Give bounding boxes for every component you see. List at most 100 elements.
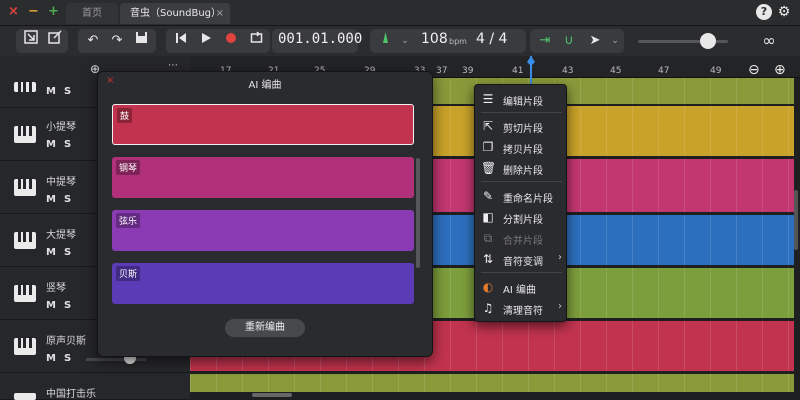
menu-item-cut-clip[interactable]: ⇱ 剪切片段 bbox=[475, 116, 568, 136]
ruler-tick: 45 bbox=[610, 66, 622, 76]
ai-part-strings[interactable]: 弦乐 bbox=[112, 210, 414, 251]
more-icon[interactable]: ⋯ bbox=[168, 60, 178, 71]
menu-item-split-clip[interactable]: ◧ 分割片段 bbox=[475, 207, 568, 227]
play-icon[interactable] bbox=[195, 30, 217, 52]
menu-item-label: 合并片段 bbox=[503, 236, 543, 247]
menu-item-edit-clip[interactable]: ☰ 编辑片段 bbox=[475, 89, 568, 109]
ai-part-bass[interactable]: 贝斯 bbox=[112, 263, 414, 304]
mute-solo-buttons[interactable]: MS bbox=[46, 353, 79, 364]
track-volume-slider[interactable] bbox=[86, 358, 146, 361]
regenerate-button[interactable]: 重新编曲 bbox=[225, 319, 305, 337]
title-bar: × − + 首页 音虫（SoundBug） × ? ⚙ bbox=[0, 0, 800, 26]
tool-chevron-down-icon[interactable]: ⌄ bbox=[604, 30, 626, 52]
tab-soundbug[interactable]: 音虫（SoundBug） × bbox=[120, 3, 230, 24]
tab-close-icon[interactable]: × bbox=[216, 3, 224, 24]
edit-clip-icon: ☰ bbox=[482, 92, 494, 106]
copy-icon: ❐ bbox=[482, 140, 494, 154]
ai-arrange-dialog: × AI 编曲 鼓 钢琴 弦乐 贝斯 重新编曲 bbox=[97, 71, 433, 357]
mute-solo-buttons[interactable]: MS bbox=[46, 139, 79, 150]
ruler-tick: 39 bbox=[462, 66, 474, 76]
ai-part-drums[interactable]: 鼓 bbox=[112, 104, 414, 145]
menu-divider bbox=[481, 272, 562, 273]
zoom-in-icon[interactable]: ⊕ bbox=[774, 62, 786, 78]
undo-icon[interactable]: ↶ bbox=[82, 30, 104, 52]
track-row[interactable]: 中国打击乐 bbox=[0, 373, 190, 400]
merge-icon: ⧉ bbox=[483, 231, 493, 245]
loop-icon[interactable] bbox=[245, 30, 267, 52]
record-icon[interactable] bbox=[220, 30, 242, 52]
menu-item-copy-clip[interactable]: ❐ 拷贝片段 bbox=[475, 137, 568, 157]
ai-part-piano[interactable]: 钢琴 bbox=[112, 157, 414, 198]
pointer-icon[interactable]: ➤ bbox=[584, 30, 606, 52]
piano-icon bbox=[14, 126, 36, 143]
mute-solo-buttons[interactable]: MS bbox=[46, 300, 79, 311]
menu-item-rename-clip[interactable]: ✎ 重命名片段 bbox=[475, 186, 568, 206]
menu-item-delete-clip[interactable]: 🗑 删除片段 bbox=[475, 158, 568, 178]
track-name[interactable]: 中国打击乐 bbox=[46, 385, 96, 400]
track-name[interactable]: 中提琴 bbox=[46, 173, 76, 188]
mute-solo-buttons[interactable]: MS bbox=[46, 86, 79, 97]
menu-item-merge-clip[interactable]: ⧉ 合并片段 bbox=[475, 228, 568, 248]
vertical-scrollbar[interactable] bbox=[794, 190, 798, 250]
position-display[interactable]: 001.01.000 bbox=[278, 31, 362, 47]
horizontal-scrollbar[interactable] bbox=[252, 393, 292, 397]
help-icon[interactable]: ? bbox=[756, 4, 772, 20]
menu-item-label: 剪切片段 bbox=[503, 124, 543, 135]
track-name[interactable]: 大提琴 bbox=[46, 226, 76, 241]
menu-item-label: 分割片段 bbox=[503, 215, 543, 226]
mute-solo-buttons[interactable]: MS bbox=[46, 247, 79, 258]
save-icon[interactable] bbox=[130, 30, 152, 52]
piano-icon bbox=[14, 338, 36, 355]
menu-item-ai-arrange[interactable]: ◐ AI 编曲 bbox=[475, 277, 568, 297]
piano-icon bbox=[14, 393, 36, 400]
piano-icon bbox=[14, 285, 36, 302]
chevron-right-icon: › bbox=[558, 252, 562, 263]
menu-item-clean-notes[interactable]: ♫ 清理音符 › bbox=[475, 298, 568, 318]
menu-divider bbox=[481, 181, 562, 182]
track-name[interactable]: 竖琴 bbox=[46, 279, 66, 294]
close-window-button[interactable]: × bbox=[8, 5, 19, 18]
notes-icon: ♫ bbox=[482, 301, 494, 315]
piano-icon bbox=[14, 179, 36, 196]
context-menu: ☰ 编辑片段 ⇱ 剪切片段 ❐ 拷贝片段 🗑 删除片段 ✎ 重命名片段 ◧ 分割… bbox=[474, 84, 567, 322]
menu-item-label: 拷贝片段 bbox=[503, 145, 543, 156]
gear-icon[interactable]: ⚙ bbox=[776, 4, 792, 20]
piano-icon bbox=[14, 232, 36, 249]
track-name[interactable]: 小提琴 bbox=[46, 118, 76, 133]
tempo-value[interactable]: 108 bbox=[421, 31, 448, 47]
menu-item-label: 重命名片段 bbox=[503, 194, 553, 205]
part-label: 贝斯 bbox=[116, 266, 141, 281]
link-icon[interactable]: ∞ bbox=[758, 30, 780, 52]
edit-icon[interactable] bbox=[44, 30, 66, 52]
track-name[interactable]: 原声贝斯 bbox=[46, 332, 86, 347]
lane[interactable] bbox=[190, 374, 794, 392]
menu-item-label: 清理音符 bbox=[503, 306, 543, 317]
ruler-tick: 37 bbox=[436, 66, 448, 76]
minimize-window-button[interactable]: − bbox=[28, 5, 39, 18]
chevron-down-icon[interactable]: ⌄ bbox=[394, 30, 416, 52]
mute-solo-buttons[interactable]: MS bbox=[46, 194, 79, 205]
import-icon[interactable] bbox=[20, 30, 42, 52]
master-volume-knob[interactable] bbox=[700, 33, 716, 49]
trash-icon: 🗑 bbox=[481, 161, 497, 175]
ai-arrange-icon: ◐ bbox=[482, 280, 494, 294]
chevron-right-icon: › bbox=[558, 301, 562, 312]
snap-icon[interactable]: ⇥ bbox=[534, 30, 556, 52]
metronome-icon[interactable] bbox=[374, 30, 396, 52]
dialog-scrollbar[interactable] bbox=[416, 158, 420, 268]
rename-icon: ✎ bbox=[482, 189, 494, 203]
menu-item-label: 删除片段 bbox=[503, 166, 543, 177]
part-label: 鼓 bbox=[117, 108, 133, 123]
dialog-title: AI 编曲 bbox=[248, 80, 282, 91]
redo-icon[interactable]: ↷ bbox=[106, 30, 128, 52]
zoom-out-icon[interactable]: ⊖ bbox=[748, 62, 760, 78]
magnet-icon[interactable]: ∪ bbox=[558, 30, 580, 52]
skip-back-icon[interactable] bbox=[170, 30, 192, 52]
toolbar: ↶ ↷ 001.01.000 ⌄ 108 bpm 4 / 4 ⇥ ∪ ➤ ⌄ ∞ bbox=[0, 26, 800, 56]
ruler-tick: 47 bbox=[658, 66, 670, 76]
menu-item-transpose[interactable]: ⇅ 音符变调 › bbox=[475, 249, 568, 269]
tab-home[interactable]: 首页 bbox=[66, 3, 118, 24]
ruler-tick: 43 bbox=[562, 66, 574, 76]
zoom-window-button[interactable]: + bbox=[48, 5, 59, 18]
time-signature[interactable]: 4 / 4 bbox=[476, 31, 507, 47]
